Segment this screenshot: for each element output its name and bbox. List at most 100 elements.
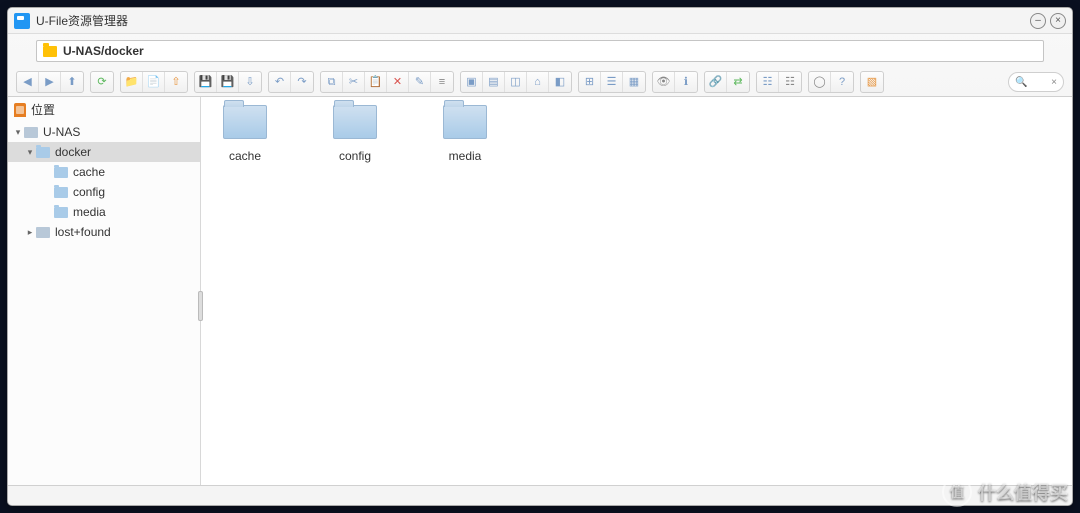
app-icon	[14, 13, 30, 29]
view-list-icon: ☰	[607, 77, 617, 88]
view-details-button[interactable]: ▦	[623, 72, 645, 92]
tree-item-label: cache	[73, 165, 105, 179]
properties-icon: ≡	[439, 77, 445, 88]
location-icon	[14, 103, 26, 117]
search-box[interactable]: 🔍 ×	[1008, 72, 1064, 92]
new-file-button[interactable]: 📄	[143, 72, 165, 92]
folder-icon	[333, 105, 377, 139]
info-button[interactable]: ℹ	[675, 72, 697, 92]
save-as-icon: 💾	[221, 77, 235, 88]
archive-5-icon: ◧	[555, 77, 565, 88]
back-button[interactable]: ◀	[17, 72, 39, 92]
toolbar-group-archive: ▣ ▤ ◫ ⌂ ◧	[460, 71, 572, 93]
drive-icon	[24, 127, 38, 138]
settings-icon: ◯	[813, 77, 825, 88]
archive-5-button[interactable]: ◧	[549, 72, 571, 92]
tree-item-config[interactable]: config	[8, 182, 200, 202]
clear-search-icon[interactable]: ×	[1051, 77, 1057, 88]
refresh-icon: ⟳	[97, 77, 106, 88]
download-icon: ⇩	[245, 77, 254, 88]
palette-button[interactable]: ▧	[861, 72, 883, 92]
splitter-handle[interactable]	[198, 291, 203, 321]
new-folder-button[interactable]: 📁	[121, 72, 143, 92]
folder-icon	[223, 105, 267, 139]
path-field[interactable]: U-NAS/docker	[36, 40, 1044, 62]
toolbar-group-new: 📁 📄⇧	[120, 71, 188, 93]
compress-button[interactable]: ▣	[461, 72, 483, 92]
sidebar-header: 位置	[8, 97, 200, 122]
toolbar-group-share: 🔗⇄	[704, 71, 750, 93]
paste-button[interactable]: 📋	[365, 72, 387, 92]
view-icons-button[interactable]: ⊞	[579, 72, 601, 92]
preview-button[interactable]: 👁	[653, 72, 675, 92]
properties-button[interactable]: ≡	[431, 72, 453, 92]
toolbar-group-misc: ▧	[860, 71, 884, 93]
archive-3-button[interactable]: ◫	[505, 72, 527, 92]
up-button[interactable]: ⬆	[61, 72, 83, 92]
save-as-button[interactable]: 💾	[217, 72, 239, 92]
toolbar-group-edit: ⧉ ✂📋✕ ✎ ≡	[320, 71, 454, 93]
toolbar-group-visibility: 👁ℹ	[652, 71, 698, 93]
forward-button[interactable]: ▶	[39, 72, 61, 92]
help-button[interactable]: ?	[831, 72, 853, 92]
body: 位置 ▾U-NAS▾dockercacheconfigmedia▸lost+fo…	[8, 96, 1072, 485]
toolbar-group-sort: ☷☷	[756, 71, 802, 93]
download-button[interactable]: ⇩	[239, 72, 261, 92]
back-icon: ◀	[23, 77, 31, 88]
sync-icon: ⇄	[733, 77, 742, 88]
minimize-button[interactable]: –	[1030, 13, 1046, 29]
sort-desc-icon: ☷	[785, 77, 795, 88]
tree-item-docker[interactable]: ▾ docker	[8, 142, 200, 162]
rename-button[interactable]: ✎	[409, 72, 431, 92]
save-button[interactable]: 💾	[195, 72, 217, 92]
archive-4-button[interactable]: ⌂	[527, 72, 549, 92]
refresh-button[interactable]: ⟳	[91, 72, 113, 92]
close-button[interactable]: ×	[1050, 13, 1066, 29]
tree-item-unas[interactable]: ▾U-NAS	[8, 122, 200, 142]
redo-icon: ↷	[297, 77, 306, 88]
tree-item-label: media	[73, 205, 106, 219]
expand-icon[interactable]: ▾	[12, 127, 24, 138]
content-pane[interactable]: cache config media	[201, 97, 1072, 485]
forward-icon: ▶	[45, 77, 53, 88]
undo-button[interactable]: ↶	[269, 72, 291, 92]
expand-icon[interactable]: ▾	[24, 147, 36, 158]
tree-item-cache[interactable]: cache	[8, 162, 200, 182]
view-list-button[interactable]: ☰	[601, 72, 623, 92]
copy-icon: ⧉	[328, 77, 336, 88]
settings-button[interactable]: ◯	[809, 72, 831, 92]
help-icon: ?	[839, 77, 845, 88]
view-details-icon: ▦	[629, 77, 639, 88]
archive-3-icon: ◫	[510, 77, 520, 88]
folder-item-cache[interactable]: cache	[215, 105, 275, 163]
tree-item-lostfound[interactable]: ▸lost+found	[8, 222, 200, 242]
rename-icon: ✎	[415, 77, 424, 88]
expand-icon[interactable]: ▸	[24, 227, 36, 238]
folder-label: cache	[229, 149, 261, 163]
toolbar-group-view: ⊞ ☰ ▦	[578, 71, 646, 93]
folder-icon	[43, 46, 57, 57]
drive-icon	[36, 227, 50, 238]
delete-button[interactable]: ✕	[387, 72, 409, 92]
new-folder-icon: 📁	[125, 77, 139, 88]
statusbar	[8, 485, 1072, 505]
sidebar: 位置 ▾U-NAS▾dockercacheconfigmedia▸lost+fo…	[8, 97, 201, 485]
tree-item-media[interactable]: media	[8, 202, 200, 222]
titlebar[interactable]: U-File资源管理器 – ×	[8, 8, 1072, 34]
folder-icon	[36, 147, 50, 158]
extract-button[interactable]: ▤	[483, 72, 505, 92]
extract-icon: ▤	[488, 77, 498, 88]
tree: ▾U-NAS▾dockercacheconfigmedia▸lost+found	[8, 122, 200, 242]
share-button[interactable]: 🔗	[705, 72, 727, 92]
sort-desc-button[interactable]: ☷	[779, 72, 801, 92]
sort-asc-button[interactable]: ☷	[757, 72, 779, 92]
sync-button[interactable]: ⇄	[727, 72, 749, 92]
folder-item-media[interactable]: media	[435, 105, 495, 163]
tree-item-label: docker	[55, 145, 91, 159]
folder-icon	[54, 207, 68, 218]
folder-item-config[interactable]: config	[325, 105, 385, 163]
upload-button[interactable]: ⇧	[165, 72, 187, 92]
redo-button[interactable]: ↷	[291, 72, 313, 92]
copy-button[interactable]: ⧉	[321, 72, 343, 92]
cut-button[interactable]: ✂	[343, 72, 365, 92]
